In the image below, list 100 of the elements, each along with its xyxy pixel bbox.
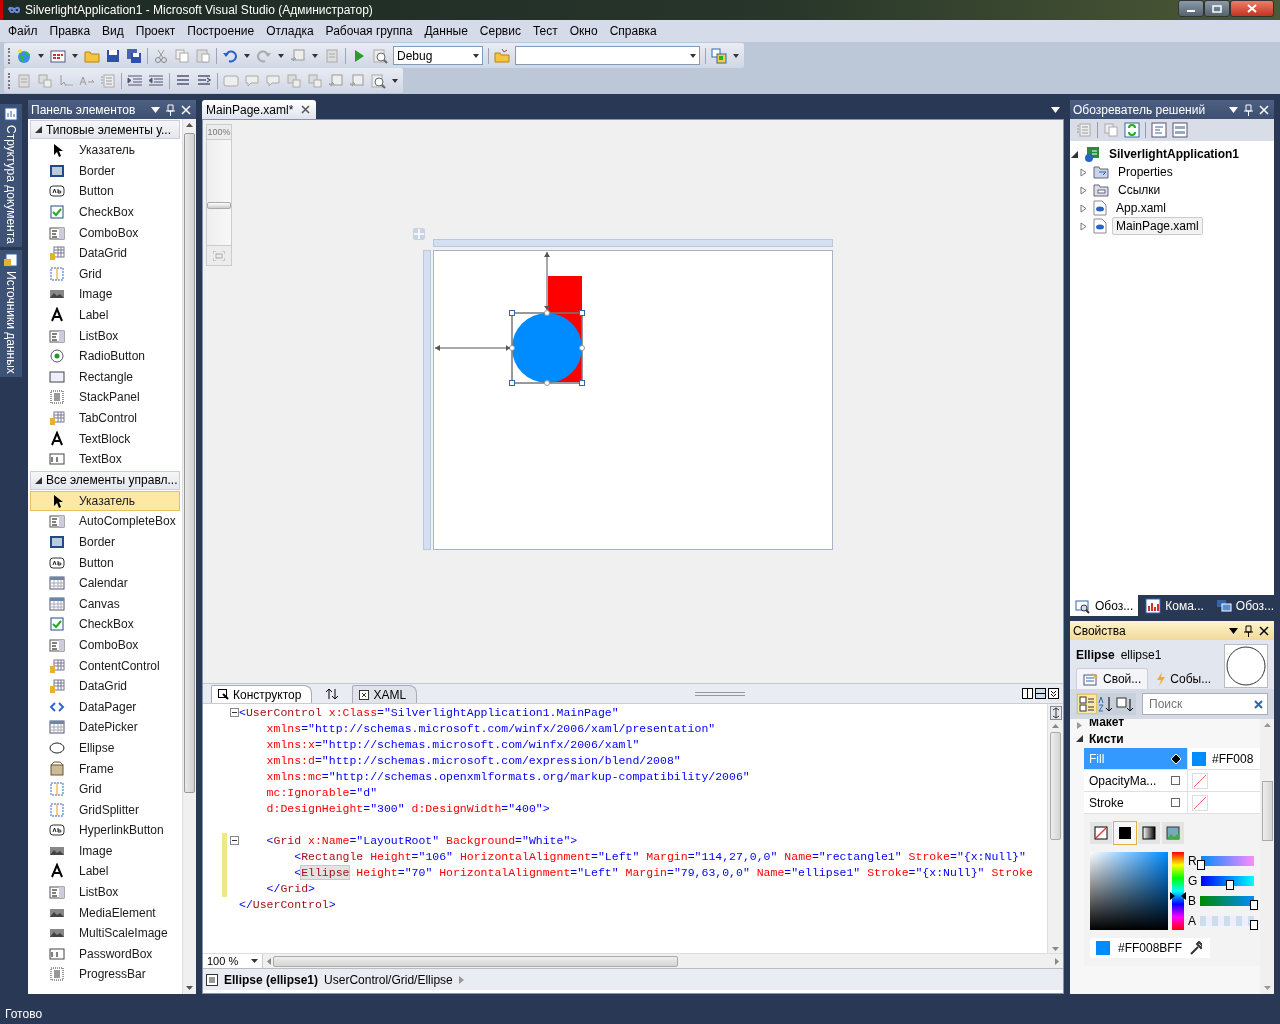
toolbox-item[interactable]: HyperlinkButton: [30, 820, 180, 841]
menu-item[interactable]: Вид: [96, 22, 130, 40]
expand-icon[interactable]: [1080, 167, 1088, 177]
toolbox-group[interactable]: Все элементы управл...: [30, 470, 180, 490]
sort-alpha-icon[interactable]: [1097, 695, 1115, 713]
breadcrumb-element[interactable]: Ellipse (ellipse1): [224, 972, 319, 987]
menu-item[interactable]: Правка: [43, 22, 97, 40]
code-view-icon[interactable]: [1151, 122, 1167, 138]
zoom-dropdown[interactable]: 100 %: [203, 953, 263, 969]
toolbox-item[interactable]: Grid: [30, 263, 180, 285]
clear-icon[interactable]: [1254, 699, 1263, 709]
toolbox-item[interactable]: Указатель: [30, 490, 180, 512]
minimize-button[interactable]: [1178, 0, 1204, 17]
side-tab[interactable]: Источники данных: [0, 249, 22, 377]
toolbox-item[interactable]: DataGrid: [30, 675, 180, 697]
grid-window-icon[interactable]: [50, 47, 66, 64]
view-tab[interactable]: Конструктор: [211, 685, 313, 703]
globe-icon[interactable]: [16, 47, 32, 64]
toolbox-item[interactable]: Image: [30, 840, 180, 862]
tree-item[interactable]: MainPage.xaml: [1112, 217, 1203, 235]
collapse-pane-icon[interactable]: [1048, 688, 1059, 699]
toolbox-item[interactable]: DataPager: [30, 696, 180, 718]
slider-thumb[interactable]: [1196, 860, 1205, 870]
color-swatch[interactable]: [1192, 751, 1206, 766]
menu-item[interactable]: Тест: [526, 22, 564, 40]
expand-icon[interactable]: [1080, 221, 1088, 231]
toolbox-item[interactable]: AutoCompleteBox: [30, 511, 180, 532]
caret-icon[interactable]: [243, 51, 251, 60]
toolbox-item[interactable]: Calendar: [30, 572, 180, 594]
toolbox-item[interactable]: DatePicker: [30, 717, 180, 738]
toolbox-item[interactable]: TextBlock: [30, 428, 180, 449]
tree-item[interactable]: Properties: [1114, 163, 1177, 181]
caret-icon[interactable]: [391, 76, 399, 85]
close-icon[interactable]: [1259, 625, 1269, 636]
menu-item[interactable]: Файл: [2, 22, 44, 40]
toolbox-item[interactable]: Rectangle: [30, 366, 180, 388]
view-tab[interactable]: XAML: [352, 685, 418, 703]
toolbox-item[interactable]: ComboBox: [30, 634, 180, 656]
scroll-left-icon[interactable]: [267, 957, 271, 965]
expand-icon[interactable]: [1080, 203, 1088, 213]
tree-item[interactable]: Ссылки: [1114, 181, 1165, 199]
panel-tab[interactable]: Обоз...: [1070, 595, 1139, 616]
scrollbar-thumb[interactable]: [1261, 781, 1273, 841]
hue-slider[interactable]: [1172, 852, 1184, 930]
maximize-button[interactable]: [1204, 0, 1230, 17]
no-brush-icon[interactable]: [1192, 794, 1208, 811]
dropdown-icon[interactable]: [151, 106, 160, 113]
slider-thumb[interactable]: [1250, 900, 1258, 910]
brush-type-button[interactable]: [1138, 822, 1160, 844]
toolbox-item[interactable]: Указатель: [30, 140, 180, 161]
magnifier-icon[interactable]: [372, 47, 388, 64]
marker-icon[interactable]: [1171, 775, 1181, 786]
collapse-icon[interactable]: [230, 708, 239, 717]
scrollbar-thumb[interactable]: [1050, 732, 1061, 840]
breadcrumb-path[interactable]: UserControl/Grid/Ellipse: [324, 972, 453, 987]
toolbox-item[interactable]: PasswordBox: [30, 943, 180, 965]
folder-icon[interactable]: [494, 47, 510, 64]
configuration-dropdown[interactable]: Debug: [393, 46, 483, 65]
caret-icon[interactable]: [689, 51, 697, 60]
toolbox-item[interactable]: Grid: [30, 778, 180, 800]
document-tab[interactable]: MainPage.xaml*: [202, 100, 317, 119]
toolbox-item[interactable]: TextBox: [30, 448, 180, 470]
outdent-icon[interactable]: [148, 72, 164, 89]
properties-tab[interactable]: Собы...: [1150, 668, 1218, 689]
menu-item[interactable]: Сервис: [473, 22, 527, 40]
menu-item[interactable]: Построение: [181, 22, 261, 40]
toolbox-item[interactable]: ListBox: [30, 881, 180, 903]
designer-view-icon[interactable]: [1172, 122, 1188, 138]
dropdown-icon[interactable]: [1229, 106, 1238, 113]
close-icon[interactable]: [301, 105, 311, 114]
toolbox-item[interactable]: CheckBox: [30, 614, 180, 635]
undo-icon[interactable]: [222, 47, 238, 64]
toolbox-item[interactable]: Image: [30, 284, 180, 305]
hue-marker-icon[interactable]: [1170, 892, 1186, 901]
clipboard-icon[interactable]: [195, 47, 211, 64]
property-category[interactable]: Кисти: [1070, 729, 1260, 748]
color-field[interactable]: [1090, 852, 1168, 930]
dropdown-icon[interactable]: [1229, 627, 1238, 634]
toolbox-item[interactable]: Button: [30, 181, 180, 202]
dropdown-icon[interactable]: [1051, 106, 1060, 113]
menu-item[interactable]: Окно: [563, 22, 604, 40]
no-brush-icon[interactable]: [1192, 772, 1208, 789]
collapse-icon[interactable]: [230, 836, 239, 845]
panel-tab[interactable]: Кома...: [1140, 595, 1209, 616]
slider-thumb[interactable]: [207, 202, 231, 210]
caret-icon[interactable]: [71, 51, 79, 60]
caret-icon[interactable]: [732, 51, 740, 60]
marker-icon[interactable]: [1171, 797, 1181, 808]
diamond-icon[interactable]: [1171, 753, 1181, 764]
sort-source-icon[interactable]: [1116, 695, 1134, 713]
indent-icon[interactable]: [127, 72, 143, 89]
side-tab[interactable]: Структура документа: [0, 104, 22, 247]
search-field[interactable]: Поиск: [1142, 693, 1268, 715]
horizontal-split-icon[interactable]: [1035, 688, 1046, 699]
toolbox-item[interactable]: StackPanel: [30, 387, 180, 408]
categorized-icon[interactable]: [1078, 695, 1096, 713]
menu-item[interactable]: Рабочая группа: [319, 22, 419, 40]
vertical-split-icon[interactable]: [1022, 688, 1033, 699]
toolbox-item[interactable]: MediaElement: [30, 902, 180, 923]
slider-thumb[interactable]: [1226, 880, 1235, 890]
